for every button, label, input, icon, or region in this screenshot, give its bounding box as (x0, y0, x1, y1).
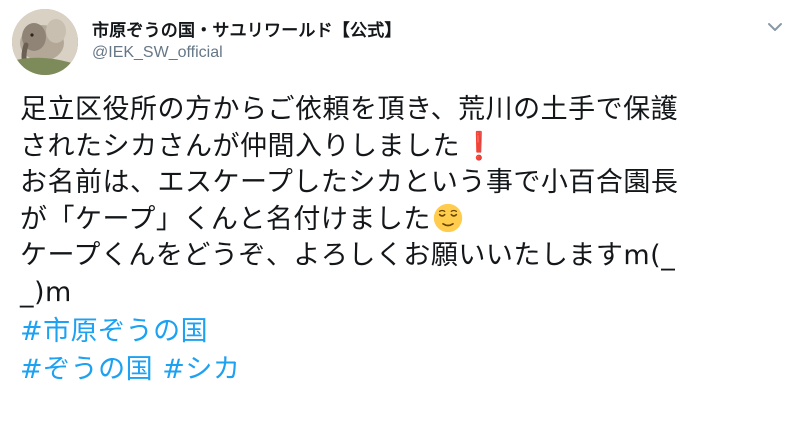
hashtag-link[interactable]: #シカ (162, 354, 240, 385)
tweet-line-text: 足立区役所の方からご依頼を頂き、荒川の土手で保護 (20, 94, 679, 125)
display-name[interactable]: 市原ぞうの国・サユリワールド【公式】 (92, 16, 402, 41)
chevron-down-icon[interactable] (764, 16, 786, 38)
tweet-line-text: _)m (20, 276, 72, 308)
hashtag-row: #ぞうの国 #シカ (20, 352, 790, 389)
hashtag-row: #市原ぞうの国 (20, 314, 790, 351)
tweet-line-text: されたシカさんが仲間入りしました (20, 130, 460, 162)
user-handle[interactable]: @IEK_SW_official (92, 44, 223, 62)
tweet-line: が「ケープ」くんと名付けました (20, 202, 790, 239)
tweet-line-text: ケープくんをどうぞ、よろしくお願いいたしますm(_ (20, 240, 676, 272)
tweet-line: ケープくんをどうぞ、よろしくお願いいたしますm(_ (20, 238, 790, 275)
exclamation-icon: ❗ (462, 130, 497, 162)
tweet-line-text: が「ケープ」くんと名付けました (20, 203, 431, 235)
hashtag-link[interactable]: #ぞうの国 (20, 354, 153, 385)
hashtag-link[interactable]: #市原ぞうの国 (20, 316, 208, 347)
tweet-line: されたシカさんが仲間入りしました❗ (20, 129, 790, 166)
tweet-text: 足立区役所の方からご依頼を頂き、荒川の土手で保護 されたシカさんが仲間入りしまし… (20, 92, 790, 389)
relieved-face-icon (433, 203, 463, 232)
tweet-card: 市原ぞうの国・サユリワールド【公式】 @IEK_SW_official 足立区役… (0, 0, 800, 426)
tweet-line-text: お名前は、エスケープしたシカという事で小百合園長 (20, 167, 679, 199)
avatar[interactable] (12, 9, 78, 75)
tweet-line: お名前は、エスケープしたシカという事で小百合園長 (20, 165, 790, 202)
tweet-line: _)m (20, 275, 790, 312)
tweet-line: 足立区役所の方からご依頼を頂き、荒川の土手で保護 (20, 92, 790, 129)
elephant-photo-icon (12, 9, 78, 75)
